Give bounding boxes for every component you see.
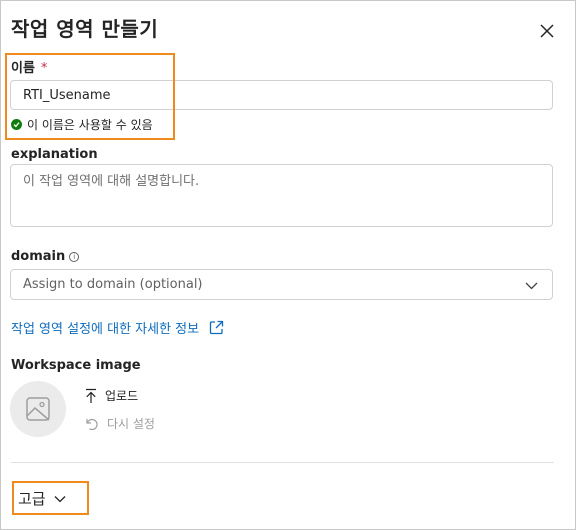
close-icon bbox=[540, 24, 554, 38]
advanced-highlight bbox=[12, 481, 89, 515]
create-workspace-dialog: 작업 영역 만들기 이름 * RTI_Usename 이 이름은 사용할 수 있음… bbox=[0, 0, 576, 530]
description-textarea[interactable]: 이 작업 영역에 대해 설명합니다. bbox=[10, 164, 553, 227]
undo-icon bbox=[86, 418, 98, 430]
dialog-title: 작업 영역 만들기 bbox=[11, 17, 159, 41]
image-icon bbox=[26, 397, 50, 421]
domain-label-text: domain bbox=[11, 249, 66, 264]
name-field-highlight bbox=[5, 53, 175, 140]
close-button[interactable] bbox=[536, 20, 558, 42]
workspace-settings-link-text: 작업 영역 설정에 대한 자세한 정보 bbox=[11, 322, 200, 337]
reset-label: 다시 설정 bbox=[107, 417, 155, 431]
divider bbox=[11, 462, 554, 463]
open-in-new-icon bbox=[209, 320, 224, 335]
upload-icon bbox=[86, 388, 96, 403]
upload-button[interactable]: 업로드 bbox=[85, 387, 138, 404]
workspace-settings-link[interactable]: 작업 영역 설정에 대한 자세한 정보 bbox=[11, 318, 224, 337]
chevron-down-icon bbox=[525, 282, 538, 290]
description-placeholder: 이 작업 영역에 대해 설명합니다. bbox=[23, 174, 200, 189]
info-icon[interactable]: i bbox=[69, 252, 80, 262]
reset-button[interactable]: 다시 설정 bbox=[85, 415, 155, 432]
workspace-image-placeholder bbox=[10, 381, 66, 437]
domain-select-placeholder: Assign to domain (optional) bbox=[23, 277, 203, 292]
description-label: explanation bbox=[11, 147, 98, 162]
domain-label: domain i bbox=[11, 249, 80, 264]
workspace-image-label: Workspace image bbox=[11, 358, 141, 373]
upload-label: 업로드 bbox=[105, 389, 139, 403]
domain-select[interactable]: Assign to domain (optional) bbox=[10, 269, 553, 300]
